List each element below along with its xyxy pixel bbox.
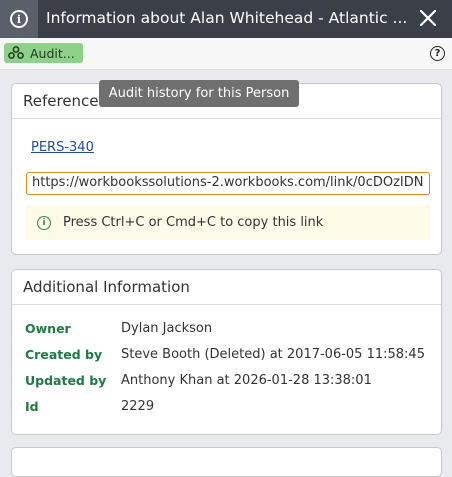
title-info-button: i <box>0 0 38 38</box>
audit-tooltip: Audit history for this Person <box>99 80 299 107</box>
field-value: Anthony Khan at 2026-01-28 13:38:01 <box>121 373 372 388</box>
permalink-field[interactable]: https://workbookssolutions-2.workbooks.c… <box>26 172 430 195</box>
info-icon: i <box>37 215 51 230</box>
field-value: Dylan Jackson <box>121 321 213 336</box>
person-reference-link[interactable]: PERS-340 <box>31 140 94 155</box>
field-label: Created by <box>25 347 103 362</box>
field-label: Id <box>25 399 39 414</box>
reference-panel: Reference PERS-340 https://workbookssolu… <box>11 83 442 255</box>
field-value: Steve Booth (Deleted) at 2017-06-05 11:5… <box>121 347 425 362</box>
audit-button[interactable]: Audit... <box>4 43 83 63</box>
dialog-titlebar: i Information about Alan Whitehead - Atl… <box>0 0 452 38</box>
people-group-icon <box>8 46 24 59</box>
copy-hint-text: Press Ctrl+C or Cmd+C to copy this link <box>63 215 324 230</box>
close-icon[interactable] <box>418 8 438 28</box>
toolbar: Audit... ? <box>0 38 452 70</box>
question-icon[interactable]: ? <box>430 46 445 61</box>
copy-hint: i Press Ctrl+C or Cmd+C to copy this lin… <box>26 205 430 240</box>
additional-info-panel: Additional Information Owner Dylan Jacks… <box>11 269 442 435</box>
field-label: Owner <box>25 321 71 336</box>
audit-button-label: Audit... <box>30 45 75 61</box>
info-icon: i <box>10 10 28 28</box>
field-value: 2229 <box>121 399 155 414</box>
next-panel <box>11 447 442 477</box>
additional-info-heading: Additional Information <box>12 270 441 305</box>
field-label: Updated by <box>25 373 107 388</box>
dialog-title: Information about Alan Whitehead - Atlan… <box>46 9 406 27</box>
